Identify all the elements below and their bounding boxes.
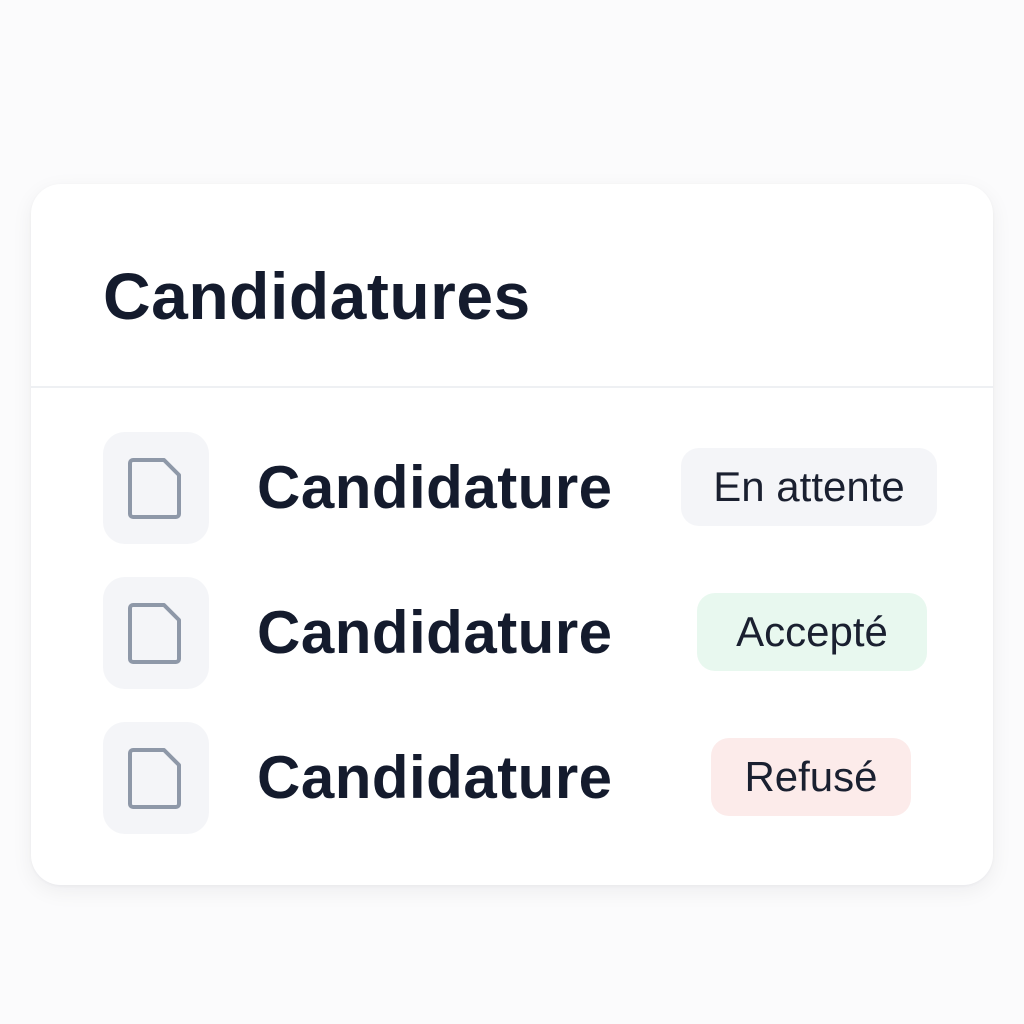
status-badge: Refusé	[711, 738, 911, 816]
document-icon	[128, 748, 181, 809]
document-icon	[128, 603, 181, 664]
status-badge: Accepté	[697, 593, 927, 671]
card-title: Candidatures	[103, 259, 531, 333]
list-item[interactable]: Candidature Refusé	[103, 722, 939, 834]
list-item[interactable]: Candidature Accepté	[103, 577, 939, 689]
application-label: Candidature	[257, 599, 613, 666]
list-item[interactable]: Candidature En attente	[103, 432, 939, 544]
application-label: Candidature	[257, 454, 613, 521]
document-icon-container	[103, 722, 209, 834]
status-badge: En attente	[681, 448, 937, 526]
applications-card: Candidatures Candidature En attente Cand…	[31, 184, 993, 885]
document-icon	[128, 458, 181, 519]
card-header: Candidatures	[31, 184, 993, 388]
application-label: Candidature	[257, 744, 613, 811]
document-icon-container	[103, 577, 209, 689]
document-icon-container	[103, 432, 209, 544]
